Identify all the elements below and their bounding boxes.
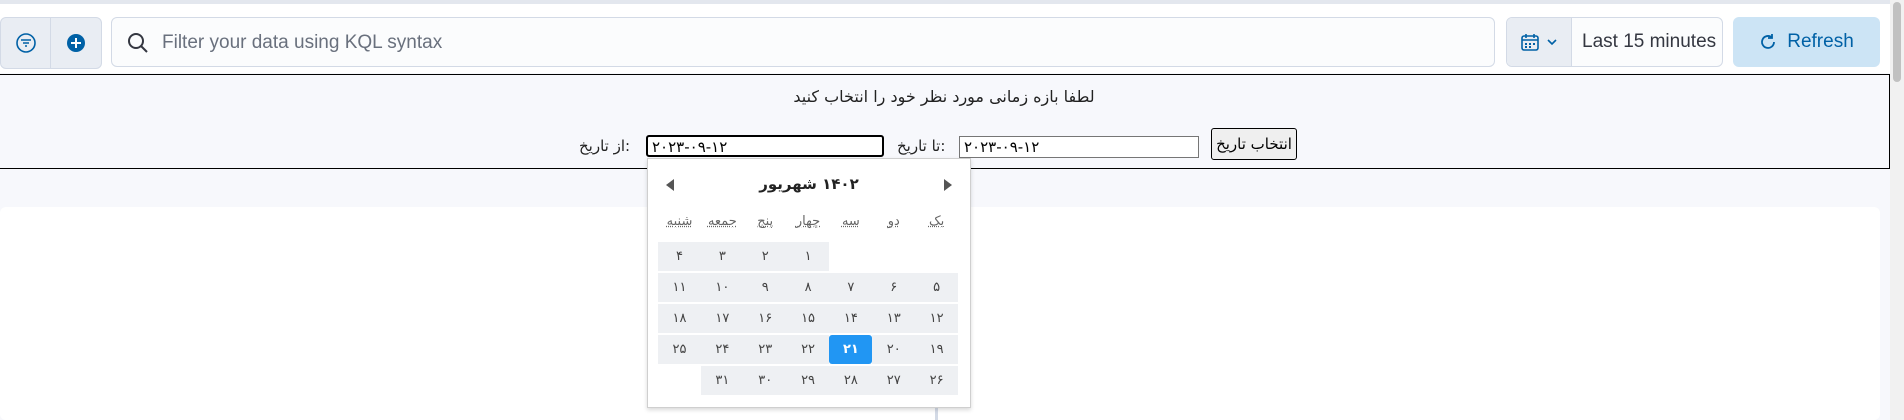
empty-day	[829, 242, 872, 271]
empty-day	[872, 242, 915, 271]
calendar-day[interactable]: ۵	[915, 273, 958, 302]
calendar-day[interactable]: ۲۴	[700, 335, 744, 364]
calendar-day[interactable]: ۱۱	[658, 273, 701, 302]
calendar-day[interactable]: ۸	[786, 273, 830, 302]
filter-button[interactable]	[1, 18, 51, 68]
weekday-label: پنج	[757, 214, 774, 229]
calendar-day[interactable]: ۲۸	[829, 366, 873, 395]
calendar-day[interactable]: ۲۰	[872, 335, 916, 364]
time-range-picker[interactable]: Last 15 minutes	[1506, 17, 1723, 67]
calendar-day[interactable]: ۱۴	[829, 304, 873, 333]
calendar-day[interactable]: ۱۲	[915, 304, 958, 333]
calendar-week-row: ۱۲۳۴	[658, 241, 958, 272]
chevron-down-icon	[1547, 39, 1557, 46]
date-range-panel: لطفا بازه زمانی مورد نظر خود را انتخاب ک…	[0, 74, 1890, 169]
calendar-day[interactable]: ۱۷	[700, 304, 744, 333]
search-icon	[128, 33, 148, 53]
scrollbar-thumb[interactable]	[1893, 2, 1901, 82]
calendar-day[interactable]: ۱۳	[872, 304, 916, 333]
calendar-day[interactable]: ۱۸	[658, 304, 701, 333]
calendar-day[interactable]: ۳۱	[700, 366, 744, 395]
quick-select-button[interactable]	[1507, 18, 1572, 66]
weekday-label: جمعه	[707, 214, 737, 229]
query-actions-group	[0, 17, 102, 69]
calendar-week-row: ۱۹ ۲۰ ۲۱ ۲۲ ۲۳ ۲۴ ۲۵	[658, 334, 958, 365]
refresh-icon	[1761, 34, 1776, 49]
panel-title: لطفا بازه زمانی مورد نظر خود را انتخاب ک…	[793, 87, 1095, 106]
plus-circle-icon	[66, 34, 85, 52]
calendar-day[interactable]: ۷	[829, 273, 873, 302]
calendar-day-selected[interactable]: ۲۱	[829, 335, 873, 364]
filter-icon	[15, 33, 36, 53]
calendar-day[interactable]: ۲	[743, 242, 787, 271]
select-date-button[interactable]: انتخاب تاریخ	[1211, 128, 1297, 160]
calendar-day[interactable]: ۲۲	[786, 335, 830, 364]
refresh-label: Refresh	[1787, 31, 1854, 52]
calendar-day[interactable]: ۲۵	[658, 335, 701, 364]
calendar-day[interactable]: ۹	[743, 273, 787, 302]
search-input[interactable]: Filter your data using KQL syntax	[111, 17, 1495, 67]
top-toolbar: Filter your data using KQL syntax Last 1…	[0, 0, 1890, 73]
next-month-arrow-icon[interactable]	[944, 179, 952, 191]
weekday-label: یک	[928, 214, 945, 229]
calendar-week-row: ۵ ۶ ۷ ۸ ۹ ۱۰ ۱۱	[658, 272, 958, 303]
calendar-day[interactable]: ۳۰	[743, 366, 787, 395]
search-placeholder: Filter your data using KQL syntax	[162, 32, 443, 53]
calendar-day[interactable]: ۱	[786, 242, 830, 271]
from-date-label: از تاریخ:	[579, 137, 631, 155]
calendar-day[interactable]: ۶	[872, 273, 916, 302]
weekday-header: یک دو سه چهار پنج جمعه شنبه	[658, 214, 958, 236]
weekday-label: سه	[841, 214, 860, 229]
datepicker-popup: ۱۴۰۲ شهریور یک دو سه چهار پنج جمعه شنبه ۱۲۳۴۵۶…	[647, 158, 971, 408]
empty-day	[658, 366, 701, 395]
calendar-week-row: ۱۲ ۱۳ ۱۴ ۱۵ ۱۶ ۱۷ ۱۸	[658, 303, 958, 334]
calendar-day[interactable]: ۲۷	[872, 366, 916, 395]
calendar-day[interactable]: ۱۰	[700, 273, 744, 302]
calendar-day[interactable]: ۴	[658, 242, 701, 271]
calendar-day[interactable]: ۱۵	[786, 304, 830, 333]
refresh-button[interactable]: Refresh	[1733, 17, 1880, 67]
page-scrollbar[interactable]	[1890, 0, 1904, 420]
calendar-day[interactable]: ۱۹	[915, 335, 958, 364]
weekday-label: شنبه	[666, 214, 693, 229]
month-title: ۱۴۰۲ شهریور	[759, 175, 859, 193]
calendar-day[interactable]: ۲۹	[786, 366, 830, 395]
calendar-day[interactable]: ۲۶	[915, 366, 958, 395]
to-date-label: تا تاریخ:	[897, 137, 946, 155]
calendar-day[interactable]: ۳	[700, 242, 744, 271]
empty-day	[915, 242, 958, 271]
weekday-label: چهار	[795, 214, 821, 229]
from-date-input[interactable]: ۲۰۲۳-۰۹-۱۲	[646, 135, 884, 157]
day-grid: ۱ ۲ ۳ ۴ ۵ ۶ ۷ ۸ ۹ ۱۰ ۱۱ ۱۲ ۱۳ ۱۴ ۱۵ ۱۶ ۱۷ ۱۸ ۱۹ ۲۰ ۲۱ ۲۲ ۲۳ ۲۴ ۲…	[658, 241, 958, 396]
weekday-label: دو	[887, 214, 900, 229]
to-date-input[interactable]: ۲۰۲۳-۰۹-۱۲	[959, 136, 1199, 158]
time-range-label[interactable]: Last 15 minutes	[1582, 31, 1716, 53]
calendar-day[interactable]: ۲۳	[743, 335, 787, 364]
calendar-day[interactable]: ۱۶	[743, 304, 787, 333]
add-filter-button[interactable]	[51, 18, 100, 68]
calendar-week-row: ۲۶ ۲۷ ۲۸ ۲۹ ۳۰ ۳۱	[658, 365, 958, 396]
calendar-icon	[1521, 34, 1539, 51]
